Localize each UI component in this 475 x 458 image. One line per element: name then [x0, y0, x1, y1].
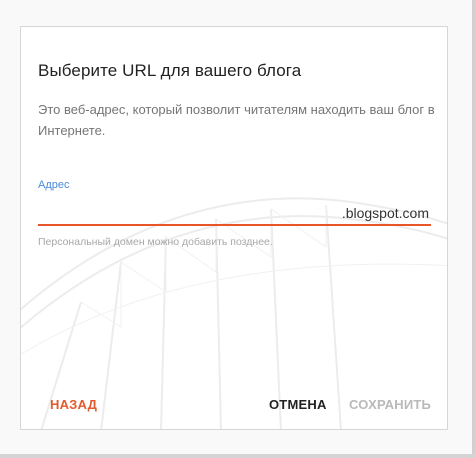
domain-suffix: .blogspot.com — [341, 205, 429, 221]
back-button[interactable]: НАЗАД — [50, 397, 97, 412]
save-button[interactable]: СОХРАНИТЬ — [349, 397, 431, 412]
address-field-label: Адрес — [38, 179, 70, 191]
address-hint: Персональный домен можно добавить поздне… — [38, 236, 273, 248]
choose-url-dialog: Выберите URL для вашего блога Это веб-ад… — [20, 26, 448, 430]
bridge-background-illustration — [21, 197, 447, 429]
dialog-title: Выберите URL для вашего блога — [38, 61, 302, 80]
window-bottom-edge — [0, 454, 475, 458]
address-input[interactable] — [38, 203, 268, 223]
dialog-description: Это веб-адрес, который позволит читателя… — [38, 102, 435, 138]
cancel-button[interactable]: ОТМЕНА — [269, 397, 327, 412]
address-input-underline — [38, 224, 431, 226]
